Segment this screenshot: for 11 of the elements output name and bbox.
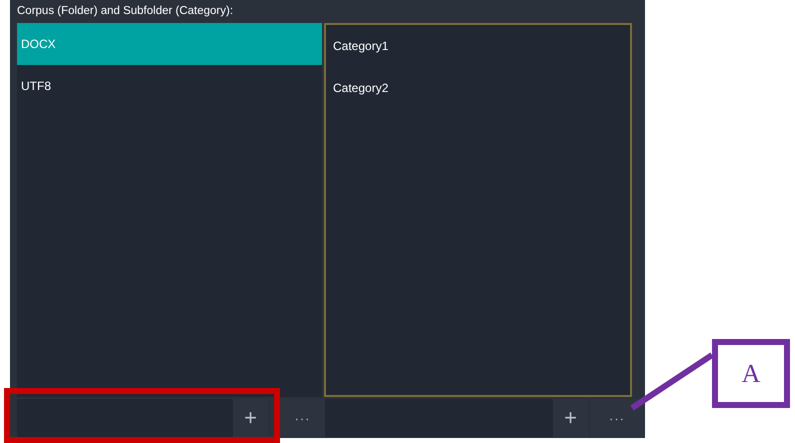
add-button[interactable]: + xyxy=(233,399,268,437)
more-button[interactable]: ··· xyxy=(280,399,325,437)
callout-label: A xyxy=(712,339,790,408)
input-field[interactable] xyxy=(17,399,233,437)
list-item[interactable]: Category1 xyxy=(329,25,627,67)
list-item[interactable]: UTF8 xyxy=(17,65,322,107)
input-field[interactable] xyxy=(325,399,553,437)
list-item[interactable]: Category2 xyxy=(329,67,627,109)
add-button[interactable]: + xyxy=(553,399,588,437)
more-button[interactable]: ··· xyxy=(591,399,643,437)
section-label: Corpus (Folder) and Subfolder (Category): xyxy=(17,4,234,19)
